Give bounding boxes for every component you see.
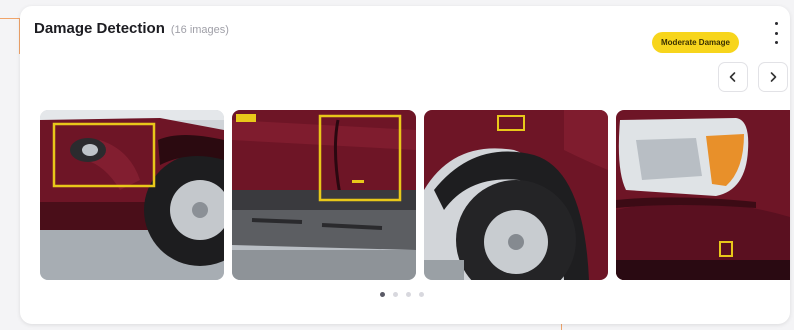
pagination-dot-1[interactable] <box>380 292 385 297</box>
card-title: Damage Detection <box>34 20 165 37</box>
carousel-next-button[interactable] <box>758 62 788 92</box>
chevron-left-icon <box>729 72 736 82</box>
damage-image-2[interactable] <box>232 110 416 280</box>
car-photo-headlight <box>616 110 790 280</box>
damage-image-1[interactable] <box>40 110 224 280</box>
damage-detection-card: Damage Detection (16 images) Moderate Da… <box>20 6 790 324</box>
car-photo-wheel-arch <box>424 110 608 280</box>
damage-image-4[interactable] <box>616 110 790 280</box>
pagination-dot-3[interactable] <box>406 292 411 297</box>
more-vertical-icon[interactable] <box>768 22 784 44</box>
car-photo-side-door <box>232 110 416 280</box>
carousel-prev-button[interactable] <box>718 62 748 92</box>
carousel-pagination <box>380 292 424 297</box>
image-count: (16 images) <box>170 24 229 36</box>
chevron-right-icon <box>770 72 777 82</box>
pagination-dot-2[interactable] <box>393 292 398 297</box>
damage-image-3[interactable] <box>424 110 608 280</box>
severity-badge: Moderate Damage <box>652 32 739 53</box>
car-photo-front-bumper <box>40 110 224 280</box>
card-header: Damage Detection (16 images) <box>34 20 229 37</box>
pagination-dot-4[interactable] <box>419 292 424 297</box>
